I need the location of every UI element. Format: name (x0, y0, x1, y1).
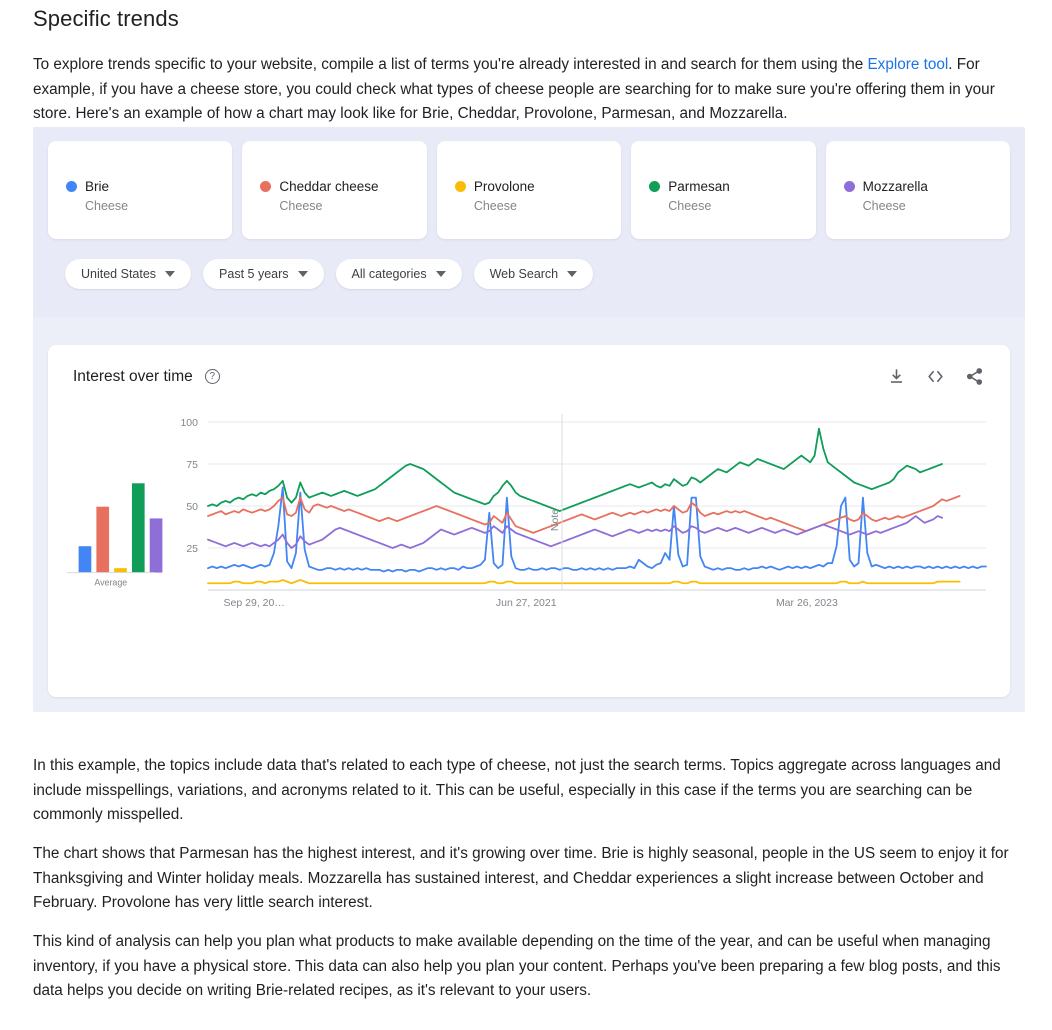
chart-title-group: Interest over time ? (73, 368, 220, 386)
google-trends-widget: Brie Cheese Cheddar cheese Cheese Provol… (33, 127, 1025, 712)
x-axis-tick-label: Mar 26, 2023 (776, 597, 838, 609)
intro-paragraph: To explore trends specific to your websi… (33, 53, 1023, 127)
x-axis-tick-label: Jun 27, 2021 (496, 597, 557, 609)
filter-bar: United States Past 5 years All categorie… (48, 239, 1010, 289)
term-card-row: Provolone (454, 179, 621, 194)
term-card-brie[interactable]: Brie Cheese (48, 141, 233, 239)
filter-time-range-label: Past 5 years (219, 267, 289, 281)
term-card-row: Parmesan (649, 179, 815, 194)
term-card-row: Cheddar cheese (260, 179, 426, 194)
filter-search-type-label: Web Search (489, 267, 559, 281)
paragraph-topics: In this example, the topics include data… (33, 757, 1001, 824)
note-marker-label: Note (549, 509, 561, 531)
paragraph-chart-analysis: The chart shows that Parmesan has the hi… (33, 845, 1009, 912)
term-name: Provolone (473, 179, 535, 194)
page-title: Specific trends (33, 5, 179, 31)
help-circle-icon[interactable]: ? (204, 369, 220, 384)
embed-code-icon[interactable] (926, 367, 945, 386)
filter-time-range[interactable]: Past 5 years (203, 259, 324, 289)
search-term-cards: Brie Cheese Cheddar cheese Cheese Provol… (48, 141, 1011, 239)
term-subtitle: Cheese (668, 199, 712, 213)
term-card-row: Brie (66, 179, 232, 194)
page-root: Specific trends To explore trends specif… (0, 0, 1052, 1030)
interest-over-time-card: Interest over time ? Average 25 50 75 10… (48, 345, 1010, 697)
intro-text-before: To explore trends specific to your websi… (33, 56, 868, 74)
chevron-down-icon (165, 271, 176, 277)
chevron-down-icon (297, 271, 308, 277)
term-card-row: Mozzarella (843, 179, 1010, 194)
term-subtitle: Cheese (279, 199, 323, 213)
chevron-down-icon (567, 271, 578, 277)
color-dot-icon (843, 181, 855, 192)
y-axis-tick-label: 100 (180, 417, 198, 429)
color-dot-icon (260, 181, 272, 192)
term-card-mozzarella[interactable]: Mozzarella Cheese (825, 141, 1011, 239)
filter-region[interactable]: United States (65, 259, 192, 289)
color-dot-icon (454, 181, 466, 192)
term-subtitle: Cheese (85, 199, 129, 213)
term-name: Brie (85, 179, 110, 194)
share-icon[interactable] (965, 367, 984, 386)
term-name: Mozzarella (862, 179, 928, 194)
color-dot-icon (649, 181, 661, 192)
paragraph-applications: This kind of analysis can help you plan … (33, 933, 1001, 1000)
average-bar (114, 568, 127, 573)
term-name: Cheddar cheese (279, 179, 379, 194)
filter-region-label: United States (81, 267, 157, 281)
average-bar (131, 483, 145, 573)
average-bar (96, 506, 110, 573)
average-bar-chart[interactable]: Average (60, 412, 170, 602)
interest-over-time-line-chart[interactable]: 25 50 75 100 Note Sep 29, 20… Jun 27, 2021 Ma… (156, 412, 996, 627)
term-subtitle: Cheese (862, 199, 906, 213)
term-subtitle: Cheese (473, 199, 517, 213)
filter-category[interactable]: All categories (335, 259, 462, 289)
chart-title: Interest over time (73, 367, 193, 385)
term-card-parmesan[interactable]: Parmesan Cheese (631, 141, 816, 239)
y-axis-tick-label: 75 (186, 459, 198, 471)
chart-action-buttons (887, 367, 984, 386)
filter-category-label: All categories (351, 267, 427, 281)
chart-header: Interest over time ? (48, 345, 1010, 386)
term-card-provolone[interactable]: Provolone Cheese (436, 141, 622, 239)
term-card-cheddar-cheese[interactable]: Cheddar cheese Cheese (242, 141, 427, 239)
filter-search-type[interactable]: Web Search (473, 259, 594, 289)
y-axis-tick-label: 50 (186, 501, 198, 513)
y-axis-tick-label: 25 (186, 543, 198, 555)
widget-header-area: Brie Cheese Cheddar cheese Cheese Provol… (33, 127, 1025, 317)
svg-text:Average: Average (94, 577, 127, 587)
chevron-down-icon (435, 271, 446, 277)
series-line-provolone (207, 579, 961, 585)
average-bar (78, 546, 92, 573)
color-dot-icon (66, 181, 77, 192)
download-icon[interactable] (887, 367, 906, 386)
term-name: Parmesan (668, 179, 730, 194)
explore-tool-link[interactable]: Explore tool (867, 56, 948, 73)
x-axis-tick-label: Sep 29, 20… (224, 597, 285, 609)
series-line-parmesan (207, 427, 943, 512)
